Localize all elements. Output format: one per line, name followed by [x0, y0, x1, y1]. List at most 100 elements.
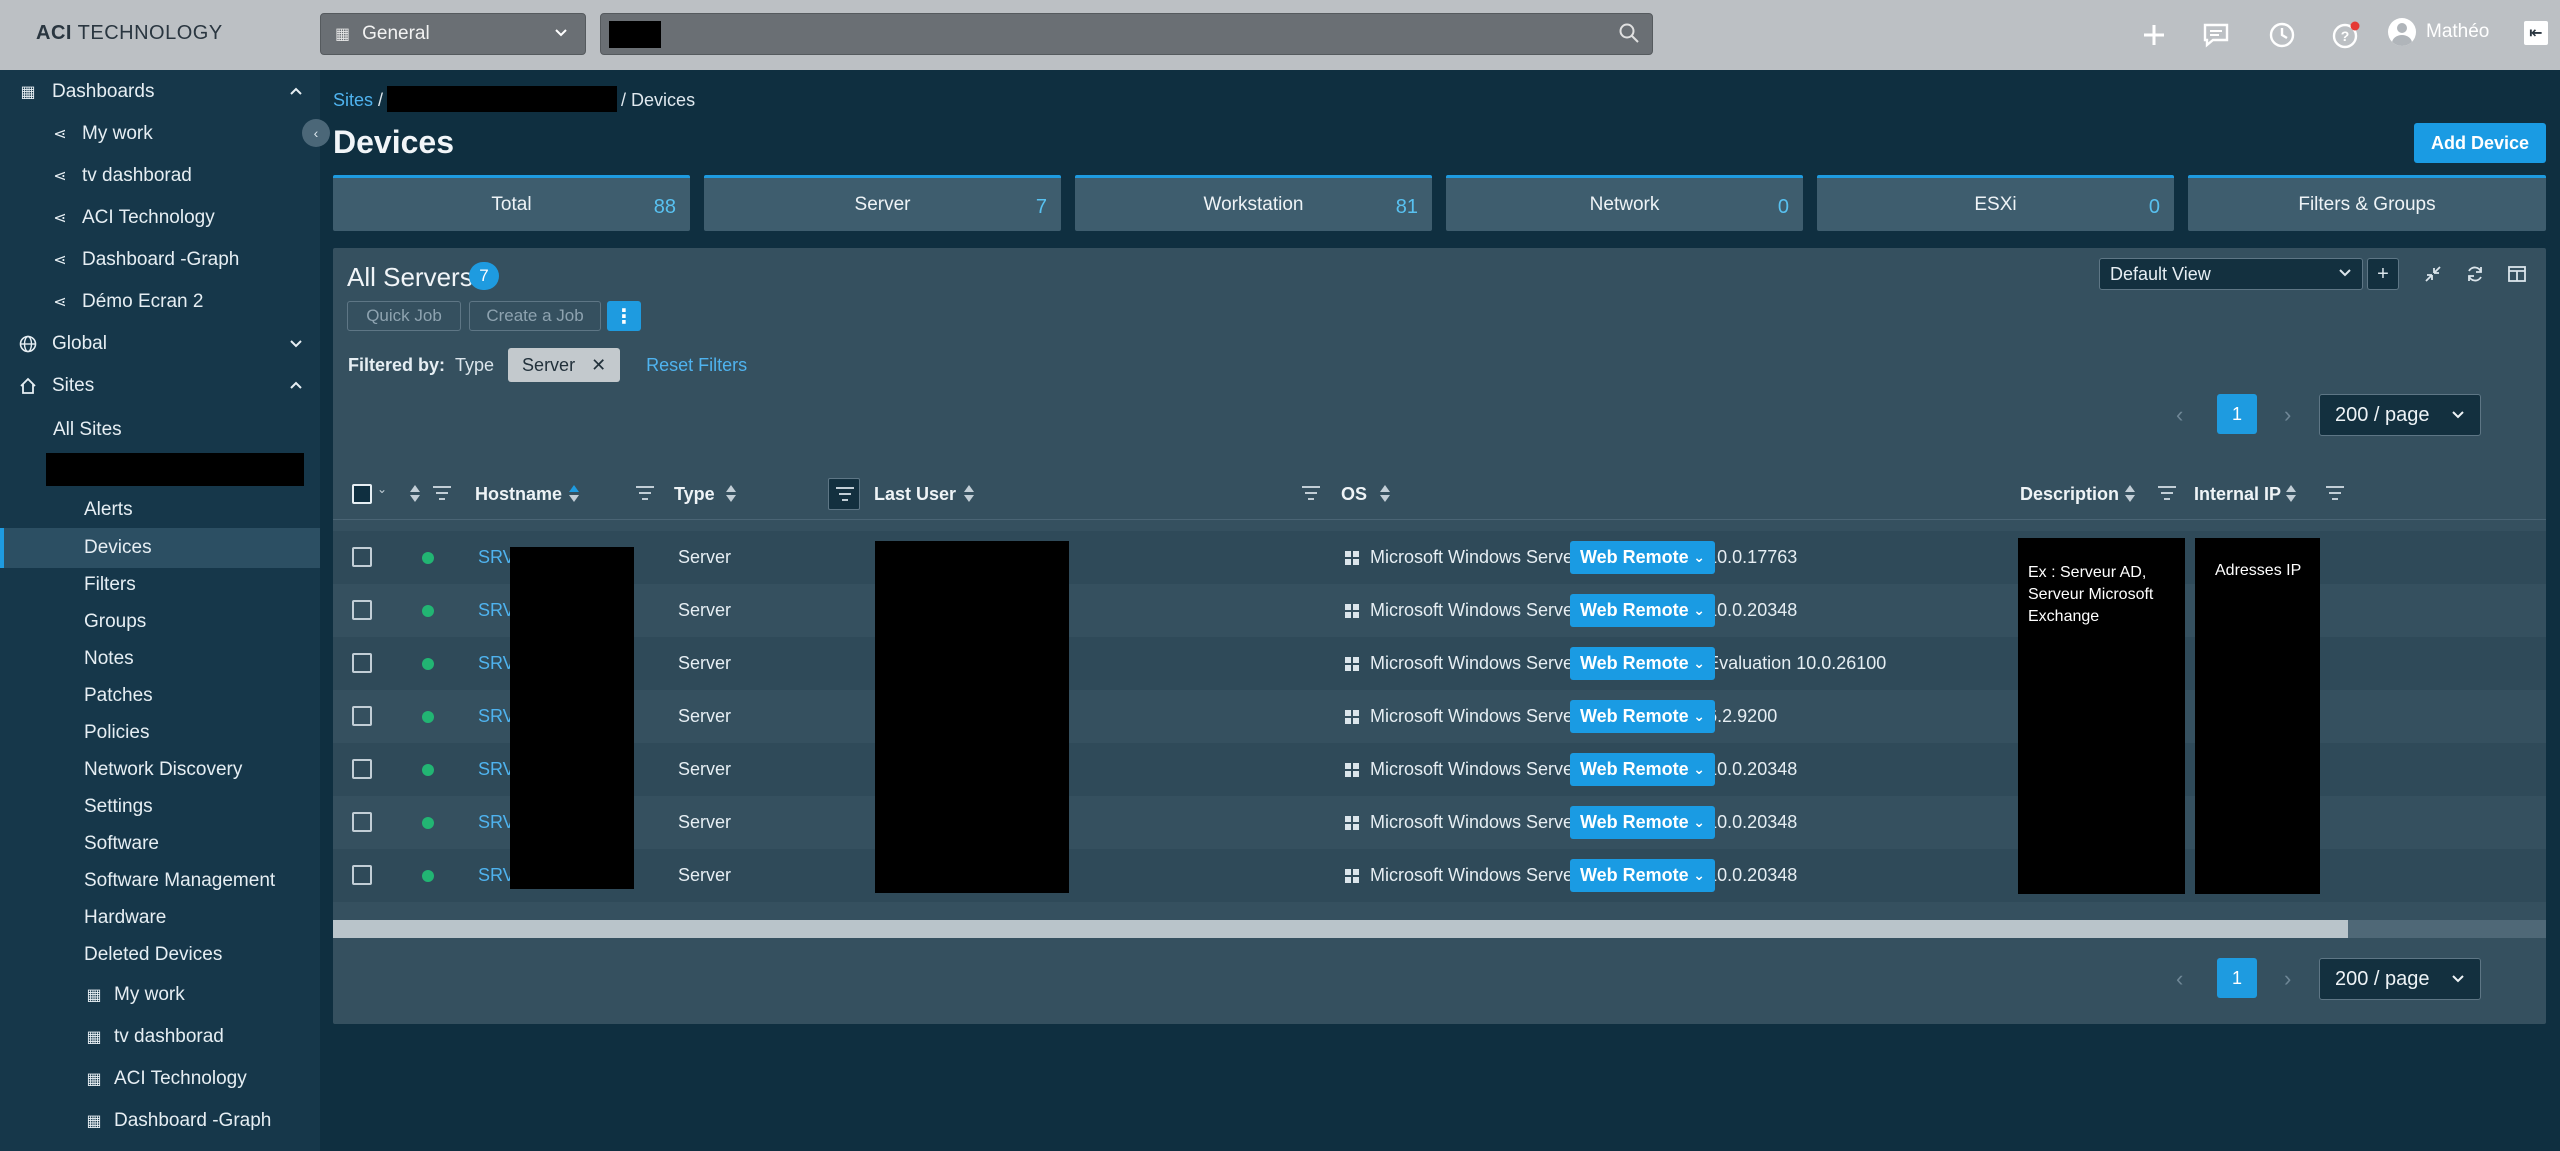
chevron-left-icon[interactable]: ‹	[2176, 966, 2183, 992]
select-all-checkbox[interactable]	[352, 484, 372, 504]
sidebar-item-dashboard[interactable]: ⋖ tv dashborad	[0, 156, 320, 196]
sidebar-item-site-dashboard[interactable]: ▦ Dashboard -Graph	[0, 1101, 320, 1141]
filter-icon[interactable]	[2326, 484, 2344, 502]
chevron-down-icon[interactable]: ⌄	[377, 482, 387, 496]
sidebar-item-dashboard[interactable]: ⋖ My work	[0, 114, 320, 154]
sidebar-section-dashboards[interactable]: ▦ Dashboards	[0, 72, 320, 112]
column-os[interactable]: OS	[1341, 484, 1367, 505]
row-checkbox[interactable]	[352, 547, 372, 567]
sort-icon[interactable]	[963, 484, 975, 506]
sort-icon[interactable]	[725, 484, 737, 506]
sidebar-item-policies[interactable]: Policies	[0, 713, 320, 753]
add-device-button[interactable]: Add Device	[2414, 123, 2546, 163]
sidebar-item-patches[interactable]: Patches	[0, 676, 320, 716]
filter-icon[interactable]	[2158, 484, 2176, 502]
collapse-panel-icon[interactable]: ⇤	[2524, 21, 2548, 45]
help-notification-icon[interactable]: ?	[2330, 19, 2362, 51]
row-checkbox[interactable]	[352, 653, 372, 673]
row-checkbox[interactable]	[352, 706, 372, 726]
compress-icon[interactable]	[2417, 258, 2449, 290]
column-last-user[interactable]: Last User	[874, 484, 956, 505]
sidebar-item-deleted-devices[interactable]: Deleted Devices	[0, 935, 320, 975]
chat-icon[interactable]	[2200, 19, 2232, 51]
sidebar-item-network-discovery[interactable]: Network Discovery	[0, 750, 320, 790]
sidebar-item-groups[interactable]: Groups	[0, 602, 320, 642]
page-size-select[interactable]: 200 / page	[2319, 958, 2481, 1000]
stat-card-filters-groups[interactable]: Filters & Groups	[2188, 175, 2546, 231]
plus-icon[interactable]	[2138, 19, 2170, 51]
redacted-site-name[interactable]	[46, 453, 304, 486]
quick-job-button[interactable]: Quick Job	[347, 301, 461, 331]
global-search-input[interactable]	[600, 13, 1653, 55]
breadcrumb-sites-link[interactable]: Sites	[333, 90, 373, 110]
sidebar-section-global[interactable]: Global	[0, 324, 320, 364]
column-internal-ip[interactable]: Internal IP	[2194, 484, 2281, 505]
logo[interactable]: ACI TECHNOLOGY	[36, 22, 223, 45]
sidebar-item-alerts[interactable]: Alerts	[0, 490, 320, 530]
column-hostname[interactable]: Hostname	[475, 484, 562, 505]
sidebar-item-software[interactable]: Software	[0, 824, 320, 864]
add-view-icon[interactable]: +	[2367, 258, 2399, 290]
web-remote-button[interactable]: Web Remote ⌄	[1570, 806, 1715, 839]
scrollbar-thumb[interactable]	[333, 920, 2348, 938]
web-remote-button[interactable]: Web Remote ⌄	[1570, 700, 1715, 733]
chevron-right-icon[interactable]: ›	[2284, 966, 2291, 992]
stat-card-total[interactable]: Total 88	[333, 175, 690, 231]
more-actions-button[interactable]: ⋮	[607, 301, 641, 331]
sidebar-item-software-management[interactable]: Software Management	[0, 861, 320, 901]
sidebar-item-site-dashboard[interactable]: ▦ My work	[0, 975, 320, 1015]
create-job-button[interactable]: Create a Job	[469, 301, 601, 331]
web-remote-button[interactable]: Web Remote ⌄	[1570, 541, 1715, 574]
filter-icon-active[interactable]	[828, 478, 860, 510]
redacted-site-name[interactable]	[387, 86, 618, 112]
chevron-right-icon[interactable]: ›	[2284, 402, 2291, 428]
web-remote-button[interactable]: Web Remote ⌄	[1570, 753, 1715, 786]
sidebar-section-sites[interactable]: Sites	[0, 366, 320, 406]
reset-filters-link[interactable]: Reset Filters	[646, 355, 747, 376]
stat-card-server[interactable]: Server 7	[704, 175, 1061, 231]
filter-icon[interactable]	[433, 484, 451, 502]
chevron-left-icon[interactable]: ‹	[2176, 402, 2183, 428]
refresh-icon[interactable]	[2459, 258, 2491, 290]
sidebar-item-hardware[interactable]: Hardware	[0, 898, 320, 938]
workspace-select[interactable]: ▦ General	[320, 13, 586, 55]
clock-icon[interactable]	[2266, 19, 2298, 51]
stat-card-workstation[interactable]: Workstation 81	[1075, 175, 1432, 231]
sort-icon[interactable]	[409, 484, 421, 506]
sidebar-item-notes[interactable]: Notes	[0, 639, 320, 679]
row-checkbox[interactable]	[352, 865, 372, 885]
stat-card-esxi[interactable]: ESXi 0	[1817, 175, 2174, 231]
sidebar-item-site-dashboard[interactable]: ▦ tv dashborad	[0, 1017, 320, 1057]
sidebar-item-dashboard[interactable]: ⋖ Démo Ecran 2	[0, 282, 320, 322]
row-checkbox[interactable]	[352, 812, 372, 832]
sidebar-item-site-dashboard[interactable]: ▦ ACI Technology	[0, 1059, 320, 1099]
user-menu[interactable]: Mathéo	[2388, 18, 2489, 46]
filter-tag[interactable]: Server ✕	[508, 348, 621, 382]
sidebar-item-filters[interactable]: Filters	[0, 565, 320, 605]
web-remote-button[interactable]: Web Remote ⌄	[1570, 594, 1715, 627]
row-checkbox[interactable]	[352, 600, 372, 620]
column-type[interactable]: Type	[674, 484, 715, 505]
search-icon[interactable]	[1618, 22, 1640, 44]
sidebar-item-devices[interactable]: Devices	[0, 528, 320, 568]
sort-icon[interactable]	[1379, 484, 1391, 506]
sidebar-item-dashboard[interactable]: ⋖ ACI Technology	[0, 198, 320, 238]
filter-icon[interactable]	[1302, 484, 1320, 502]
page-number[interactable]: 1	[2217, 958, 2257, 998]
sort-icon[interactable]	[2124, 484, 2136, 506]
page-number[interactable]: 1	[2217, 394, 2257, 434]
sort-icon[interactable]	[2285, 484, 2297, 506]
stat-card-network[interactable]: Network 0	[1446, 175, 1803, 231]
columns-icon[interactable]	[2501, 258, 2533, 290]
sidebar-item-settings[interactable]: Settings	[0, 787, 320, 827]
sidebar-item-dashboard[interactable]: ⋖ Dashboard -Graph	[0, 240, 320, 280]
row-checkbox[interactable]	[352, 759, 372, 779]
sidebar-item-all-sites[interactable]: All Sites	[0, 410, 320, 450]
sort-icon[interactable]	[568, 484, 580, 506]
close-icon[interactable]: ✕	[591, 355, 606, 376]
column-description[interactable]: Description	[2020, 484, 2119, 505]
view-select[interactable]: Default View	[2099, 258, 2363, 290]
page-size-select[interactable]: 200 / page	[2319, 394, 2481, 436]
web-remote-button[interactable]: Web Remote ⌄	[1570, 859, 1715, 892]
horizontal-scrollbar[interactable]	[333, 920, 2546, 938]
